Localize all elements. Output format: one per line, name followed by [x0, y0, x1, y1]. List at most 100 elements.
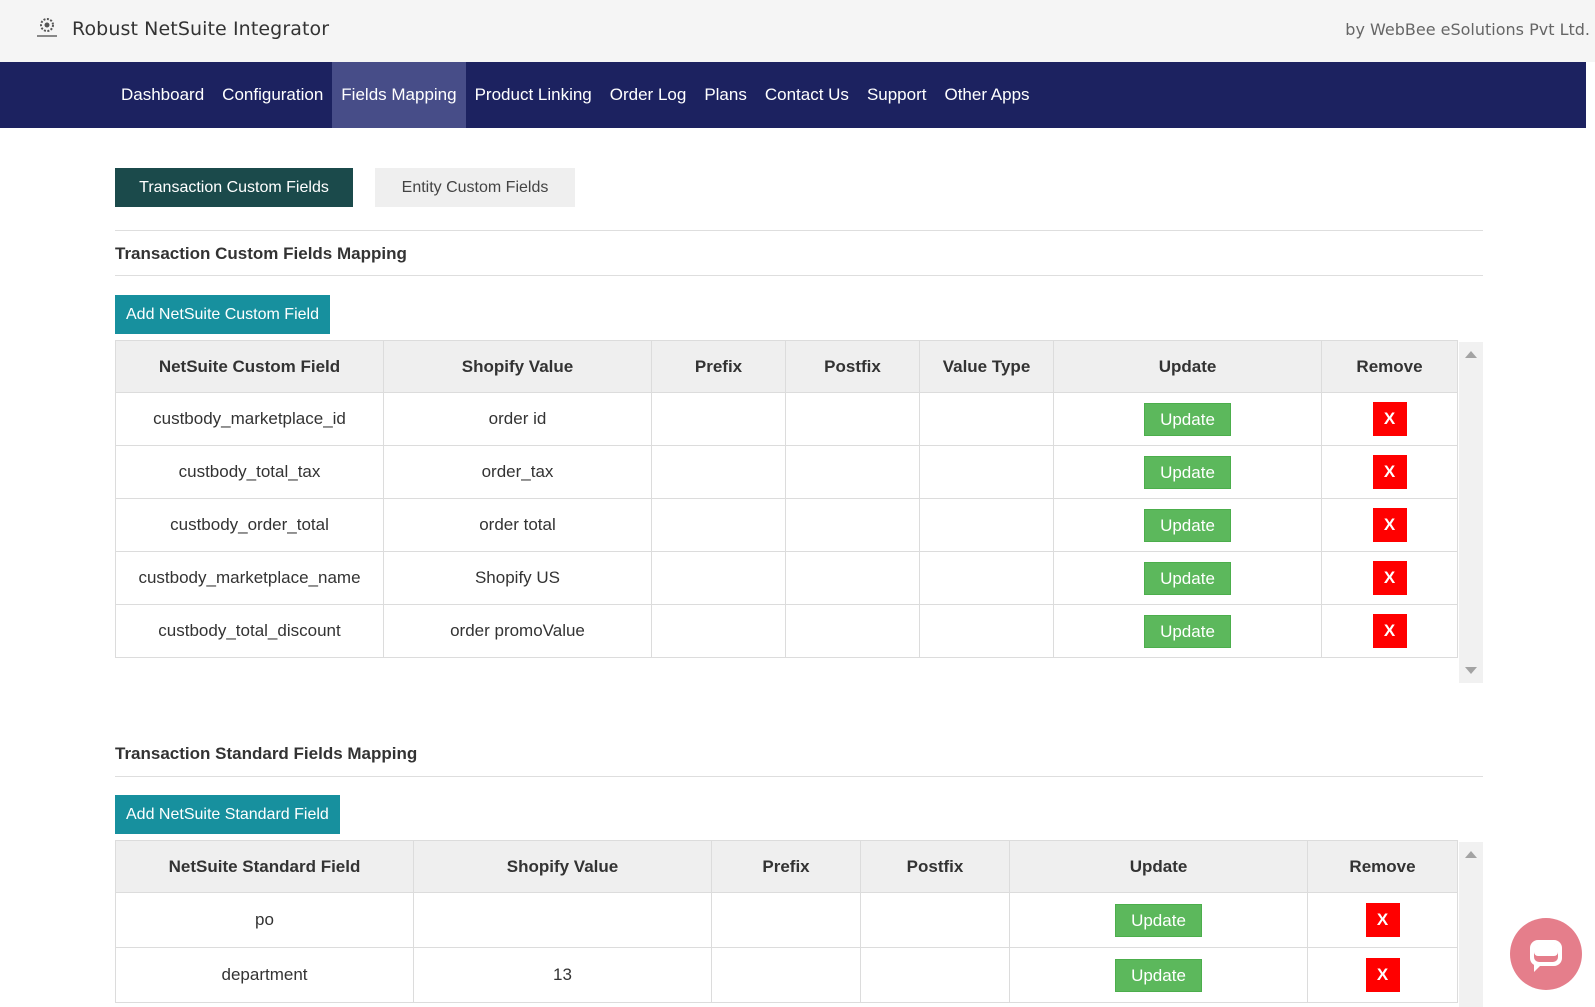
netsuite-field-cell: custbody_total_discount: [115, 604, 384, 658]
chat-widget-button[interactable]: [1510, 918, 1582, 990]
nav-fields-mapping[interactable]: Fields Mapping: [332, 62, 466, 128]
scroll-up-icon[interactable]: [1465, 351, 1477, 358]
standard-fields-table: NetSuite Standard Field Shopify Value Pr…: [115, 840, 1458, 1003]
shopify-value-cell: Shopify US: [383, 551, 652, 605]
prefix-cell: [651, 445, 786, 499]
scroll-down-icon[interactable]: [1465, 667, 1477, 674]
tab-entity-custom-fields[interactable]: Entity Custom Fields: [375, 168, 575, 207]
scroll-up-icon[interactable]: [1465, 851, 1477, 858]
divider: [115, 230, 1483, 231]
value-type-cell: [919, 392, 1054, 446]
netsuite-field-cell: custbody_marketplace_name: [115, 551, 384, 605]
postfix-cell: [785, 551, 920, 605]
table-header-row: NetSuite Standard Field Shopify Value Pr…: [115, 840, 1458, 893]
remove-cell: X: [1321, 604, 1458, 658]
table-row: custbody_total_discount order promoValue…: [115, 604, 1458, 658]
postfix-cell: [785, 604, 920, 658]
col-header: Postfix: [860, 840, 1010, 893]
remove-cell: X: [1321, 445, 1458, 499]
nav-configuration[interactable]: Configuration: [213, 62, 332, 128]
value-type-cell: [919, 445, 1054, 499]
divider: [115, 275, 1483, 276]
top-header: Robust NetSuite Integrator by WebBee eSo…: [0, 0, 1595, 62]
standard-table-scrollbar[interactable]: [1459, 842, 1483, 1007]
remove-button[interactable]: X: [1372, 455, 1407, 489]
remove-button[interactable]: X: [1372, 614, 1407, 648]
update-cell: Update: [1053, 498, 1322, 552]
remove-button[interactable]: X: [1365, 958, 1400, 992]
col-header: Update: [1009, 840, 1308, 893]
nav-plans[interactable]: Plans: [695, 62, 756, 128]
update-button[interactable]: Update: [1144, 508, 1231, 542]
remove-cell: X: [1307, 892, 1458, 948]
main-navbar: Dashboard Configuration Fields Mapping P…: [0, 62, 1586, 128]
remove-button[interactable]: X: [1372, 508, 1407, 542]
netsuite-field-cell: po: [115, 892, 414, 948]
netsuite-field-cell: custbody_order_total: [115, 498, 384, 552]
add-custom-field-button[interactable]: Add NetSuite Custom Field: [115, 295, 330, 334]
prefix-cell: [651, 392, 786, 446]
remove-button[interactable]: X: [1372, 402, 1407, 436]
table-row: po Update X: [115, 892, 1458, 948]
col-header: Shopify Value: [383, 340, 652, 393]
shopify-value-cell: order promoValue: [383, 604, 652, 658]
tab-transaction-custom-fields[interactable]: Transaction Custom Fields: [115, 168, 353, 207]
nav-other-apps[interactable]: Other Apps: [935, 62, 1038, 128]
update-button[interactable]: Update: [1144, 614, 1231, 648]
remove-button[interactable]: X: [1372, 561, 1407, 595]
remove-cell: X: [1321, 498, 1458, 552]
table-header-row: NetSuite Custom Field Shopify Value Pref…: [115, 340, 1458, 393]
standard-section-title: Transaction Standard Fields Mapping: [115, 744, 418, 763]
table-row: custbody_total_tax order_tax Update X: [115, 445, 1458, 499]
prefix-cell: [711, 947, 861, 1003]
nav-dashboard[interactable]: Dashboard: [112, 62, 213, 128]
shopify-value-cell: 13: [413, 947, 712, 1003]
nav-product-linking[interactable]: Product Linking: [466, 62, 601, 128]
postfix-cell: [860, 892, 1010, 948]
chat-bubble-icon: [1530, 940, 1562, 972]
update-button[interactable]: Update: [1144, 402, 1231, 436]
value-type-cell: [919, 551, 1054, 605]
table-row: custbody_marketplace_name Shopify US Upd…: [115, 551, 1458, 605]
update-button[interactable]: Update: [1115, 958, 1202, 992]
netsuite-field-cell: department: [115, 947, 414, 1003]
shopify-value-cell: order_tax: [383, 445, 652, 499]
nav-contact-us[interactable]: Contact Us: [756, 62, 858, 128]
prefix-cell: [651, 604, 786, 658]
col-header: Shopify Value: [413, 840, 712, 893]
col-header: NetSuite Standard Field: [115, 840, 414, 893]
company-name: by WebBee eSolutions Pvt Ltd.: [1345, 20, 1590, 39]
value-type-cell: [919, 604, 1054, 658]
update-button[interactable]: Update: [1144, 561, 1231, 595]
netsuite-field-cell: custbody_marketplace_id: [115, 392, 384, 446]
col-header: Postfix: [785, 340, 920, 393]
nav-support[interactable]: Support: [858, 62, 936, 128]
value-type-cell: [919, 498, 1054, 552]
col-header: Prefix: [711, 840, 861, 893]
shopify-value-cell: order total: [383, 498, 652, 552]
app-title: Robust NetSuite Integrator: [72, 18, 330, 40]
postfix-cell: [785, 392, 920, 446]
update-cell: Update: [1053, 604, 1322, 658]
remove-button[interactable]: X: [1365, 903, 1400, 937]
custom-fields-table: NetSuite Custom Field Shopify Value Pref…: [115, 340, 1458, 658]
shopify-value-cell: order id: [383, 392, 652, 446]
gear-logo-icon[interactable]: [33, 14, 61, 42]
col-header: Prefix: [651, 340, 786, 393]
table-row: custbody_order_total order total Update …: [115, 498, 1458, 552]
postfix-cell: [785, 498, 920, 552]
update-button[interactable]: Update: [1144, 455, 1231, 489]
custom-section-title: Transaction Custom Fields Mapping: [115, 244, 407, 263]
shopify-value-cell: [413, 892, 712, 948]
prefix-cell: [651, 551, 786, 605]
col-header: Remove: [1321, 340, 1458, 393]
custom-table-scrollbar[interactable]: [1459, 342, 1483, 683]
nav-order-log[interactable]: Order Log: [601, 62, 696, 128]
col-header: Value Type: [919, 340, 1054, 393]
update-cell: Update: [1009, 892, 1308, 948]
update-cell: Update: [1009, 947, 1308, 1003]
table-row: department 13 Update X: [115, 947, 1458, 1003]
col-header: NetSuite Custom Field: [115, 340, 384, 393]
add-standard-field-button[interactable]: Add NetSuite Standard Field: [115, 795, 340, 834]
update-button[interactable]: Update: [1115, 903, 1202, 937]
